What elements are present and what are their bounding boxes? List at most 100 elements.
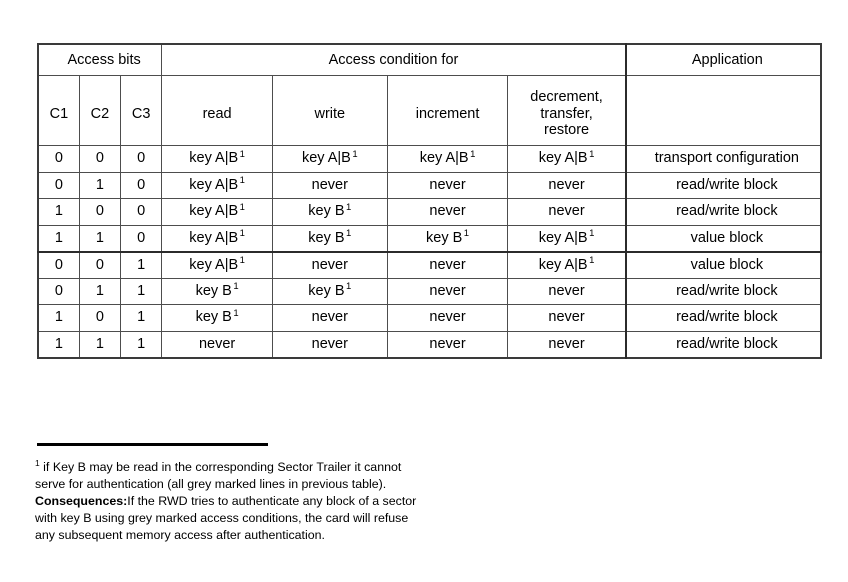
table-group-header-row: Access bits Access condition for Applica…	[37, 43, 822, 76]
cell-application: read/write block	[624, 171, 822, 199]
cell-read-footnote-ref: 1	[233, 281, 239, 293]
cell-c3: 0	[119, 171, 163, 199]
table-row: 0 1 1 key B 1 key B 1 never never read/write bloc…	[37, 277, 822, 305]
footnote-separator-rule	[37, 443, 268, 446]
cell-c2: 0	[78, 251, 122, 279]
cell-application: value block	[624, 251, 822, 279]
cell-increment-value: key B	[426, 229, 463, 246]
cell-read: key A|B 1	[161, 198, 273, 226]
cell-c1-value: 1	[54, 203, 63, 220]
cell-increment: never	[386, 330, 509, 358]
cell-read-footnote-ref: 1	[233, 307, 239, 319]
cell-application: read/write block	[624, 330, 822, 358]
cell-write: key B1	[271, 224, 388, 253]
col-header-c2: C2	[78, 75, 122, 146]
table-row: 1 1 0 key A|B 1 key B 1 key B 1 key A|B 1 value blo…	[37, 224, 822, 253]
cell-write-value: never	[311, 309, 348, 326]
cell-read-footnote-ref: 1	[239, 254, 245, 266]
cell-read-value: key B	[195, 309, 232, 326]
cell-c1: 1	[37, 330, 80, 358]
cell-c1-value: 0	[54, 282, 63, 299]
cell-write: never	[271, 330, 388, 358]
cell-decrement-value: never	[548, 335, 585, 352]
cell-write-footnote-ref: 1	[352, 148, 358, 160]
cell-c3: 1	[119, 330, 163, 358]
cell-decrement-value: never	[548, 176, 585, 193]
cell-write-footnote-ref: 1	[346, 201, 352, 213]
access-conditions-table: Access bits Access condition for Applica…	[37, 43, 822, 359]
cell-read-value: never	[198, 335, 236, 352]
cell-increment: never	[386, 277, 509, 305]
cell-write-value: never	[311, 256, 348, 273]
cell-write-value: never	[311, 176, 348, 193]
cell-c2-value: 0	[95, 150, 104, 167]
table-body: 0 0 0 key A|B 1 key A|B 1 key A|B 1 key A|B 1 trans…	[37, 145, 822, 358]
cell-decrement-footnote-ref: 1	[589, 254, 595, 266]
col-header-decrement-line2: transfer,	[540, 105, 593, 122]
cell-write: key A|B 1	[271, 145, 388, 173]
table-row: 1 0 0 key A|B 1 key B 1 never never read/write bl…	[37, 198, 822, 226]
cell-c3: 0	[119, 145, 163, 173]
cell-write: never	[271, 304, 388, 332]
cell-increment-footnote-ref: 1	[470, 148, 476, 160]
cell-c2-value: 1	[95, 176, 104, 193]
cell-decrement-footnote-ref: 1	[589, 148, 595, 160]
cell-decrement-value: key A|B	[538, 256, 588, 273]
cell-decrement-value: never	[548, 203, 585, 220]
cell-c2-value: 0	[95, 309, 104, 326]
table-row: 0 0 0 key A|B 1 key A|B 1 key A|B 1 key A|B 1 trans…	[37, 145, 822, 173]
cell-application: transport configuration	[624, 145, 822, 173]
table-row: 0 1 0 key A|B 1 never never never read/write blo…	[37, 171, 822, 199]
cell-c2: 1	[78, 171, 122, 199]
cell-read: key B1	[161, 304, 273, 332]
cell-read-value: key A|B	[189, 229, 239, 246]
cell-c3-value: 1	[137, 309, 146, 326]
cell-c1-value: 1	[54, 309, 63, 326]
cell-increment-value: key A|B	[419, 150, 469, 167]
cell-read: key A|B 1	[161, 171, 273, 199]
cell-application-value: read/write block	[676, 203, 778, 220]
col-header-increment: increment	[386, 75, 509, 146]
cell-increment-value: never	[429, 335, 466, 352]
cell-read: key A|B 1	[161, 224, 273, 253]
cell-increment-value: never	[429, 282, 466, 299]
cell-increment: never	[386, 251, 509, 279]
cell-application-value: read/write block	[676, 309, 778, 326]
cell-c2-value: 1	[95, 282, 104, 299]
cell-read-value: key A|B	[189, 203, 239, 220]
col-header-decrement-line1: decrement,	[530, 88, 603, 105]
cell-c3: 1	[119, 304, 163, 332]
cell-c3-value: 1	[137, 282, 146, 299]
cell-increment-value: never	[429, 309, 466, 326]
cell-increment-footnote-ref: 1	[463, 227, 470, 239]
cell-write: never	[271, 251, 388, 279]
cell-application-value: value block	[690, 229, 764, 246]
cell-c2-value: 0	[95, 256, 104, 273]
cell-increment: key B1	[386, 224, 509, 253]
cell-write-value: key A|B	[301, 150, 351, 167]
cell-read: key A|B 1	[161, 251, 273, 279]
cell-read-value: key A|B	[189, 150, 239, 167]
cell-decrement-value: key A|B	[538, 150, 588, 167]
cell-decrement-footnote-ref: 1	[589, 227, 595, 239]
cell-c1: 1	[37, 198, 80, 226]
cell-increment-value: never	[429, 203, 466, 220]
cell-decrement: never	[507, 304, 627, 332]
cell-c2: 0	[78, 304, 122, 332]
cell-c1: 1	[37, 304, 80, 332]
col-header-c1: C1	[37, 75, 80, 146]
cell-decrement: never	[507, 277, 627, 305]
cell-application-value: read/write block	[676, 282, 778, 299]
cell-c2: 1	[78, 330, 122, 358]
cell-c1: 0	[37, 251, 80, 279]
cell-write-value: key B	[308, 229, 345, 246]
cell-increment-value: never	[429, 176, 466, 193]
col-header-write: write	[271, 75, 388, 146]
cell-application: read/write block	[624, 198, 822, 226]
cell-decrement-value: never	[548, 282, 585, 299]
cell-c3-value: 1	[137, 256, 146, 273]
footnote-part1: if Key B may be read in the correspondin…	[35, 460, 402, 492]
cell-application: read/write block	[624, 304, 822, 332]
cell-c1: 0	[37, 171, 80, 199]
cell-read-value: key B	[195, 282, 232, 299]
